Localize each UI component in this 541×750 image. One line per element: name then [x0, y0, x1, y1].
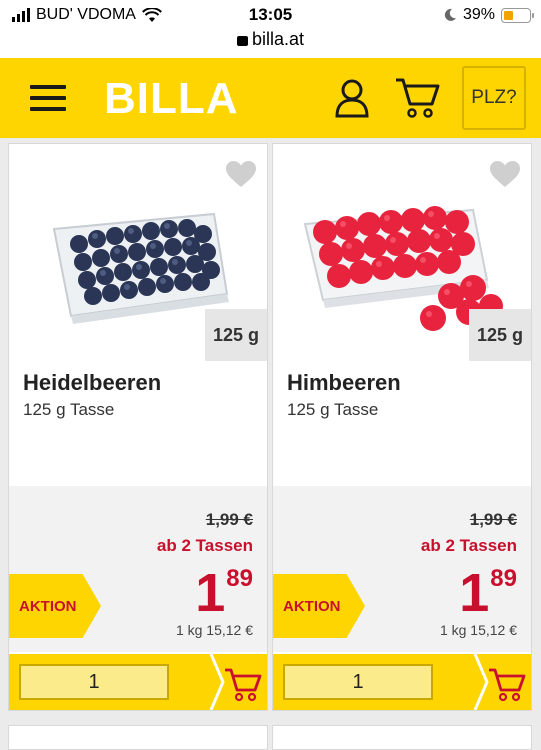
product-grid: 125 g Heidelbeeren 125 g Tasse 1,99 € ab… [8, 143, 533, 711]
sale-price: 1 89 [195, 563, 253, 623]
product-card-partial[interactable] [272, 725, 532, 750]
aktion-badge: AKTION [9, 574, 101, 638]
product-card[interactable]: 125 g Heidelbeeren 125 g Tasse 1,99 € ab… [8, 143, 268, 711]
add-to-cart-bar: 1 [273, 654, 531, 710]
status-bar: BUD' VDOMA 13:05 billa.at 39% [0, 0, 541, 58]
product-description: 125 g Tasse [287, 400, 379, 419]
price-cents: 89 [226, 565, 253, 592]
product-name[interactable]: Heidelbeeren [23, 370, 161, 396]
old-price: 1,99 € [205, 510, 253, 529]
sale-price: 1 89 [459, 563, 517, 623]
price-area: 1,99 € ab 2 Tassen AKTION 1 89 1 kg 15,1… [273, 486, 531, 652]
plz-button[interactable]: PLZ? [462, 66, 526, 130]
unit-price: 1 kg 15,12 € [175, 622, 253, 638]
battery-percent: 39% [462, 6, 495, 23]
next-product-row [8, 725, 533, 750]
weight-badge: 125 g [205, 309, 267, 361]
url-bar[interactable]: billa.at [0, 29, 541, 50]
price-area: 1,99 € ab 2 Tassen AKTION 1 89 1 kg 15,1… [9, 486, 267, 652]
cart-icon[interactable] [394, 76, 440, 120]
price-euros: 1 [195, 563, 225, 623]
menu-icon[interactable] [30, 85, 66, 111]
weight-badge: 125 g [469, 309, 531, 361]
add-to-cart-button[interactable] [465, 654, 531, 710]
add-to-cart-bar: 1 [9, 654, 267, 710]
product-name[interactable]: Himbeeren [287, 370, 401, 396]
promo-condition: ab 2 Tassen [420, 536, 517, 555]
url-text: billa.at [251, 29, 305, 49]
quantity-input[interactable]: 1 [19, 664, 169, 700]
site-header: BILLA PLZ? [0, 58, 541, 138]
aktion-badge: AKTION [273, 574, 365, 638]
moon-icon [444, 8, 456, 21]
promo-condition: ab 2 Tassen [156, 536, 253, 555]
battery-icon [501, 7, 534, 23]
product-card-partial[interactable] [8, 725, 268, 750]
price-cents: 89 [490, 565, 517, 592]
billa-logo[interactable]: BILLA [104, 74, 239, 124]
status-right: 39% [443, 6, 534, 24]
quantity-input[interactable]: 1 [283, 664, 433, 700]
unit-price: 1 kg 15,12 € [439, 622, 517, 638]
price-euros: 1 [459, 563, 489, 623]
user-icon[interactable] [334, 78, 370, 118]
product-description: 125 g Tasse [23, 400, 115, 419]
old-price: 1,99 € [469, 510, 517, 529]
product-card[interactable]: 125 g Himbeeren 125 g Tasse 1,99 € ab 2 … [272, 143, 532, 711]
add-to-cart-button[interactable] [201, 654, 267, 710]
lock-icon [236, 36, 248, 46]
